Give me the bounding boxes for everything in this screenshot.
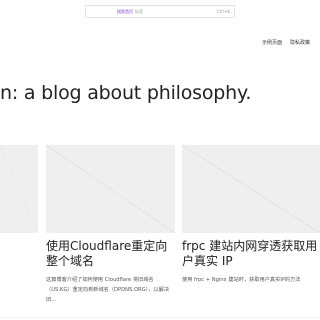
post-card[interactable]: 使用Cloudflare重定向整个域名 这篇博客介绍了如何使用 Cloudfla… (46, 145, 175, 305)
placeholder-diagonal-icon (182, 145, 320, 233)
post-title[interactable]: 使用Cloudflare重定向整个域名 (46, 239, 175, 269)
top-nav: 示例页面 隐私政策 (262, 39, 310, 46)
post-thumbnail-placeholder[interactable] (182, 145, 320, 233)
divider (0, 317, 320, 318)
post-title[interactable]: frpc 建站内网穿透获取用户真实 IP (182, 239, 320, 269)
page: 搜索首页 标签 Ctrl+K 示例页面 隐私政策 n: a blog about… (0, 0, 320, 320)
post-card[interactable] (0, 145, 38, 233)
placeholder-diagonal-icon (0, 145, 38, 233)
post-thumbnail-placeholder[interactable] (0, 145, 38, 233)
post-thumbnail-placeholder[interactable] (46, 145, 175, 233)
nav-link-sample-page[interactable]: 示例页面 (262, 39, 282, 46)
nav-link-privacy-policy[interactable]: 隐私政策 (290, 39, 310, 46)
search-placeholder: 标签 (135, 8, 143, 14)
search-prefix: 搜索首页 (117, 8, 133, 14)
post-excerpt: 这篇博客介绍了如何使用 Cloudflare 将旧域名（US.KG）重定向到新域… (46, 277, 170, 303)
hero-title: n: a blog about philosophy. (0, 82, 252, 104)
placeholder-diagonal-icon (46, 145, 175, 233)
post-excerpt: 使用 frpc + Nginx 建站时，获取用户真实IP的方法 (182, 277, 301, 283)
search-bar[interactable]: 搜索首页 标签 Ctrl+K (85, 5, 235, 18)
search-shortcut: Ctrl+K (216, 9, 230, 14)
post-card[interactable]: frpc 建站内网穿透获取用户真实 IP 使用 frpc + Nginx 建站时… (182, 145, 320, 285)
